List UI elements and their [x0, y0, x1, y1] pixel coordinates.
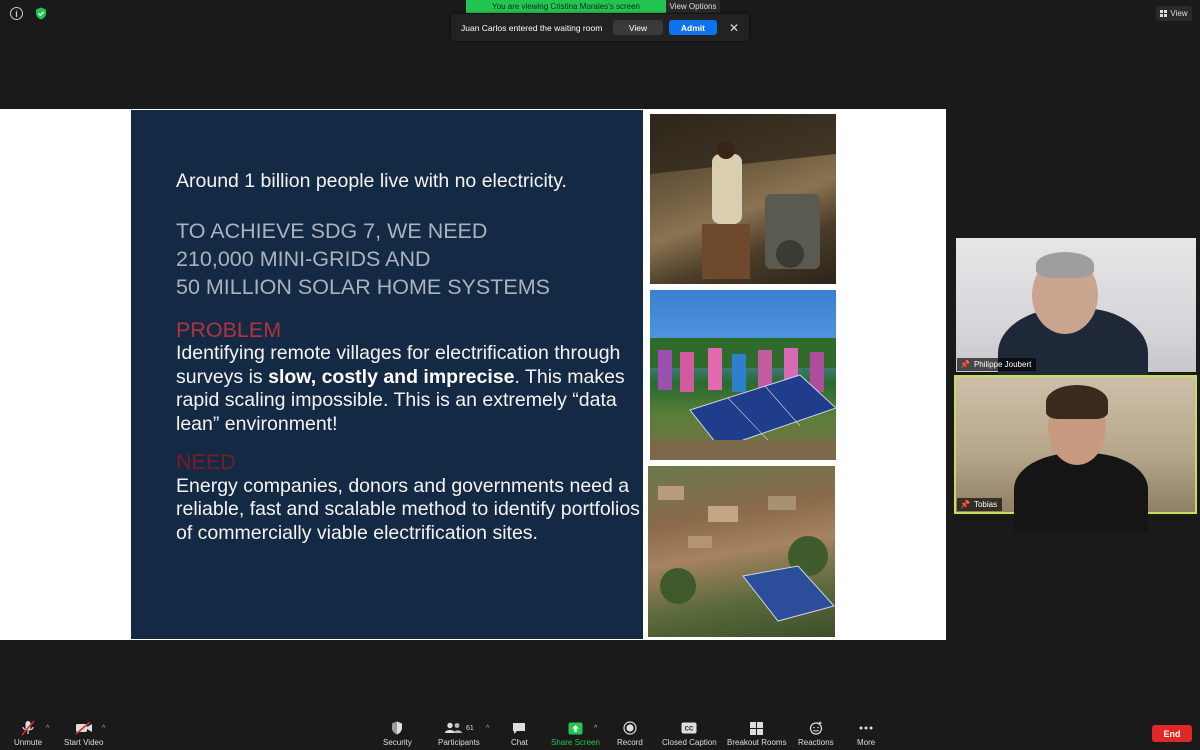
unmute-button[interactable]: Unmute	[14, 720, 42, 747]
audio-options-caret[interactable]: ^	[46, 725, 49, 732]
participant-hair	[1046, 385, 1108, 419]
reactions-icon	[809, 721, 822, 735]
closed-caption-button[interactable]: CC Closed Caption	[662, 720, 717, 747]
need-text: Energy companies, donors and governments…	[176, 474, 640, 544]
share-screen-button[interactable]: Share Screen	[551, 720, 600, 747]
shield-icon[interactable]	[35, 7, 47, 20]
participant-hair	[1036, 252, 1094, 278]
security-shield-icon	[392, 721, 403, 735]
pin-icon: 📌	[960, 500, 970, 509]
record-button[interactable]: Record	[617, 720, 643, 747]
participant-name-label: 📌 Philippe Joubert	[957, 358, 1037, 371]
close-icon[interactable]: ✕	[729, 21, 739, 35]
goal-line: 50 MILLION SOLAR HOME SYSTEMS	[176, 274, 550, 299]
chat-button[interactable]: Chat	[511, 720, 528, 747]
participants-count: 61	[466, 724, 474, 732]
breakout-rooms-button[interactable]: Breakout Rooms	[727, 720, 787, 747]
more-button[interactable]: More	[857, 720, 875, 747]
active-speaker-video[interactable]: 📌 Tobias	[954, 375, 1197, 533]
goal-line: TO ACHIEVE SDG 7, WE NEED	[176, 218, 488, 243]
participant-video[interactable]: 📌 Philippe Joubert	[956, 238, 1196, 408]
screen-share-banner: You are viewing Cristina Morales's scree…	[466, 0, 720, 24]
participant-name: Tobias	[973, 500, 998, 509]
participants-button[interactable]: 61 Participants	[438, 720, 480, 747]
admit-button[interactable]: Admit	[668, 20, 717, 35]
view-waiting-room-button[interactable]: View	[613, 20, 663, 35]
video-off-icon	[75, 721, 92, 735]
waiting-room-notification: Juan Carlos entered the waiting room Vie…	[451, 14, 749, 41]
security-label: Security	[383, 738, 412, 747]
slide-lead: Around 1 billion people live with no ele…	[176, 170, 567, 192]
view-label: View	[1170, 9, 1188, 18]
participant-name: Philippe Joubert	[973, 360, 1032, 369]
info-icon[interactable]: i	[10, 7, 23, 20]
more-label: More	[857, 738, 876, 747]
closed-caption-label: Closed Caption	[662, 738, 717, 747]
breakout-rooms-icon	[750, 721, 764, 735]
slide-photo-workshop	[650, 114, 836, 284]
solar-women-illustration	[650, 338, 836, 460]
problem-text-bold: slow, costly and imprecise	[268, 365, 515, 388]
participant-body	[1014, 453, 1148, 533]
grid-view-icon	[1160, 10, 1168, 17]
status-icons: i	[10, 7, 47, 20]
more-icon	[859, 726, 873, 730]
village-aerial-illustration	[658, 486, 835, 622]
need-heading: NEED	[176, 450, 236, 474]
record-icon	[623, 721, 637, 735]
participant-name-label: 📌 Tobias	[957, 498, 1003, 511]
chat-label: Chat	[511, 738, 528, 747]
end-meeting-button[interactable]: End	[1152, 725, 1192, 742]
closed-caption-icon: CC	[681, 722, 697, 734]
share-screen-label: Share Screen	[551, 738, 600, 747]
slide-photo-solar-women	[650, 290, 836, 460]
reactions-button[interactable]: Reactions	[798, 720, 834, 747]
security-button[interactable]: Security	[383, 720, 412, 747]
slide-text-panel: Around 1 billion people live with no ele…	[131, 110, 643, 639]
meeting-toolbar: Unmute ^ Start Video ^ Security 61 Parti…	[0, 716, 1200, 750]
reactions-label: Reactions	[798, 738, 834, 747]
problem-text: Identifying remote villages for electrif…	[176, 342, 646, 436]
start-video-button[interactable]: Start Video	[64, 720, 103, 747]
participants-icon	[445, 722, 462, 733]
waiting-room-message: Juan Carlos entered the waiting room	[461, 22, 603, 33]
goal-line: 210,000 MINI-GRIDS AND	[176, 246, 431, 271]
view-layout-button[interactable]: View	[1156, 6, 1192, 21]
unmute-label: Unmute	[14, 738, 43, 747]
view-options-button[interactable]: View Options ⌄	[666, 0, 720, 24]
share-screen-icon	[568, 722, 583, 734]
video-options-caret[interactable]: ^	[102, 725, 105, 732]
problem-heading: PROBLEM	[176, 317, 282, 342]
chat-icon	[513, 722, 526, 734]
breakout-rooms-label: Breakout Rooms	[727, 738, 787, 747]
slide-goal: TO ACHIEVE SDG 7, WE NEED 210,000 MINI-G…	[176, 217, 646, 301]
participants-label: Participants	[438, 738, 480, 747]
workshop-illustration	[650, 114, 836, 279]
viewing-screen-label: You are viewing Cristina Morales's scree…	[466, 0, 666, 13]
start-video-label: Start Video	[64, 738, 104, 747]
pin-icon: 📌	[960, 360, 970, 369]
svg-text:CC: CC	[685, 727, 694, 733]
share-options-caret[interactable]: ^	[594, 725, 597, 732]
slide-text: Around 1 billion people live with no ele…	[176, 170, 646, 545]
participants-options-caret[interactable]: ^	[486, 725, 489, 732]
shared-slide: Around 1 billion people live with no ele…	[0, 109, 946, 640]
microphone-muted-icon	[21, 720, 35, 736]
slide-photo-village-aerial	[648, 466, 835, 637]
record-label: Record	[617, 738, 643, 747]
